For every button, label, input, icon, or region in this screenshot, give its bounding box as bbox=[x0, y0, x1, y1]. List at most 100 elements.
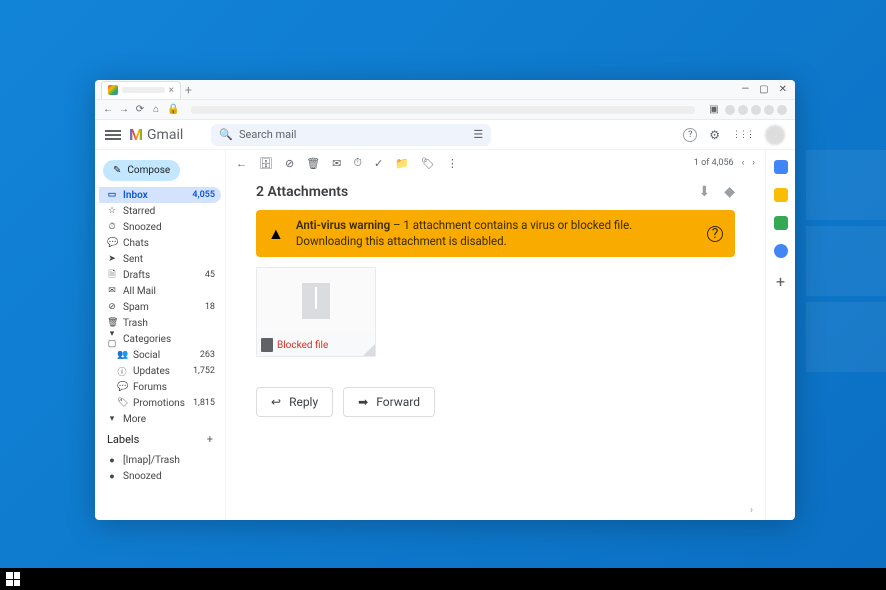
star-icon: ☆ bbox=[107, 206, 117, 216]
label-snoozed[interactable]: ● Snoozed bbox=[99, 468, 221, 484]
tasks-addon-icon[interactable] bbox=[774, 216, 788, 230]
pager-prev-icon[interactable]: ‹ bbox=[742, 158, 745, 168]
sidebar-item-updates[interactable]: ⓘ Updates 1,752 bbox=[99, 363, 221, 379]
categories-icon: ▾ ▢ bbox=[107, 329, 117, 349]
sidebar-item-more[interactable]: ▾ More bbox=[99, 411, 221, 427]
sidebar-item-snoozed[interactable]: ⏱ Snoozed bbox=[99, 219, 221, 235]
compose-button[interactable]: ✎ Compose bbox=[103, 160, 180, 181]
mark-unread-icon[interactable]: ✉ bbox=[332, 157, 341, 170]
search-options-icon[interactable]: ☰ bbox=[473, 128, 483, 141]
label-imap-trash[interactable]: ● [Imap]/Trash bbox=[99, 452, 221, 468]
nav-home-icon[interactable]: ⌂ bbox=[151, 104, 161, 115]
reply-label: Reply bbox=[289, 395, 318, 409]
forward-button[interactable]: ➡ Forward bbox=[343, 387, 435, 417]
pager-next-icon[interactable]: › bbox=[752, 158, 755, 168]
nav-forward-icon[interactable]: → bbox=[119, 104, 129, 115]
pager-text: 1 of 4,056 bbox=[694, 158, 734, 168]
sidebar-item-promotions[interactable]: 🏷 Promotions 1,815 bbox=[99, 395, 221, 411]
add-label-icon[interactable]: + bbox=[207, 433, 213, 446]
sidebar-item-inbox[interactable]: ▭ Inbox 4,055 bbox=[99, 187, 221, 203]
spam-icon: ⊘ bbox=[107, 302, 117, 312]
sidebar-item-label: Chats bbox=[123, 238, 149, 249]
sidebar: ✎ Compose ▭ Inbox 4,055 ☆ Starred ⏱ Snoo… bbox=[95, 150, 225, 520]
new-tab-button[interactable]: + bbox=[185, 83, 192, 97]
promotions-icon: 🏷 bbox=[117, 398, 127, 408]
gmail-logo[interactable]: M Gmail bbox=[129, 125, 183, 144]
sidebar-item-trash[interactable]: 🗑 Trash bbox=[99, 315, 221, 331]
minimize-icon[interactable]: — bbox=[741, 84, 749, 95]
settings-icon[interactable]: ⚙ bbox=[709, 128, 720, 142]
contacts-addon-icon[interactable] bbox=[774, 244, 788, 258]
maximize-icon[interactable]: ▢ bbox=[759, 84, 768, 95]
labels-header: Labels + bbox=[99, 427, 221, 452]
save-to-drive-icon[interactable]: ◆ bbox=[724, 184, 735, 200]
attachment-card[interactable]: Blocked file bbox=[256, 267, 376, 357]
add-task-icon[interactable]: ✓ bbox=[374, 157, 383, 170]
browser-titlebar: × + — ▢ ✕ bbox=[95, 80, 795, 100]
back-icon[interactable]: ← bbox=[236, 157, 247, 170]
sidebar-item-forums[interactable]: 💬 Forums bbox=[99, 379, 221, 395]
nav-back-icon[interactable]: ← bbox=[103, 104, 113, 115]
sidebar-item-label: Spam bbox=[123, 302, 149, 313]
help-icon[interactable]: ? bbox=[683, 128, 697, 142]
sidebar-item-chats[interactable]: 💬 Chats bbox=[99, 235, 221, 251]
hamburger-icon[interactable] bbox=[105, 130, 121, 140]
labels-icon[interactable]: 🏷 bbox=[421, 157, 435, 170]
message-actions: ↩ Reply ➡ Forward bbox=[256, 387, 735, 417]
gmail-header: M Gmail 🔍 Search mail ☰ ? ⚙ ⋮⋮⋮ bbox=[95, 120, 795, 150]
download-all-icon[interactable]: ⬇ bbox=[698, 184, 710, 200]
sidebar-item-label: Social bbox=[133, 350, 160, 361]
archive-icon[interactable]: 🗄 bbox=[259, 157, 273, 170]
sidebar-item-label: Trash bbox=[123, 318, 148, 329]
warning-text: Anti-virus warning – 1 attachment contai… bbox=[296, 218, 695, 249]
warning-triangle-icon: ▲ bbox=[268, 224, 284, 244]
snooze-icon[interactable]: ⏱ bbox=[353, 156, 362, 170]
clock-icon: ⏱ bbox=[107, 222, 117, 232]
nav-reload-icon[interactable]: ⟳ bbox=[135, 104, 145, 115]
tab-close-icon[interactable]: × bbox=[169, 85, 174, 96]
delete-icon[interactable]: 🗑 bbox=[306, 157, 320, 170]
sidebar-item-spam[interactable]: ⊘ Spam 18 bbox=[99, 299, 221, 315]
sidebar-item-drafts[interactable]: 🗎 Drafts 45 bbox=[99, 267, 221, 283]
get-addons-icon[interactable]: + bbox=[776, 272, 785, 291]
sidebar-item-starred[interactable]: ☆ Starred bbox=[99, 203, 221, 219]
chat-icon: 💬 bbox=[107, 238, 117, 248]
forward-label: Forward bbox=[376, 395, 420, 409]
report-spam-icon[interactable]: ⊘ bbox=[285, 157, 294, 170]
sidebar-item-social[interactable]: 👥 Social 263 bbox=[99, 347, 221, 363]
keep-addon-icon[interactable] bbox=[774, 188, 788, 202]
reply-button[interactable]: ↩ Reply bbox=[256, 387, 333, 417]
lock-icon: 🔒 bbox=[167, 104, 177, 115]
sidebar-item-label: Sent bbox=[123, 254, 143, 265]
sidebar-item-categories[interactable]: ▾ ▢ Categories bbox=[99, 331, 221, 347]
browser-tab[interactable]: × bbox=[101, 81, 181, 99]
draft-icon: 🗎 bbox=[107, 267, 117, 283]
extensions-blurred bbox=[725, 105, 787, 115]
account-avatar[interactable] bbox=[765, 125, 785, 145]
label-dot-icon: ● bbox=[107, 455, 117, 466]
url-blurred[interactable] bbox=[191, 106, 695, 114]
close-window-icon[interactable]: ✕ bbox=[779, 84, 787, 95]
window-controls: — ▢ ✕ bbox=[733, 84, 795, 95]
calendar-addon-icon[interactable] bbox=[774, 160, 788, 174]
attachment-preview bbox=[257, 268, 375, 334]
start-icon[interactable] bbox=[6, 572, 20, 586]
sidebar-item-label: Inbox bbox=[123, 190, 148, 201]
sidepanel-collapse-icon[interactable]: › bbox=[226, 501, 765, 520]
apps-grid-icon[interactable]: ⋮⋮⋮ bbox=[732, 130, 753, 140]
allmail-icon: ✉ bbox=[107, 286, 117, 296]
more-icon[interactable]: ⋮ bbox=[447, 157, 458, 170]
blocked-file-label: Blocked file bbox=[277, 340, 328, 351]
windows-taskbar[interactable] bbox=[0, 568, 886, 590]
sidebar-item-label: Snoozed bbox=[123, 222, 162, 233]
gmail-favicon bbox=[108, 85, 118, 95]
search-bar[interactable]: 🔍 Search mail ☰ bbox=[211, 124, 491, 146]
sidebar-item-count: 4,055 bbox=[192, 190, 215, 200]
sidebar-item-count: 1,815 bbox=[193, 398, 215, 408]
main-pane: ← 🗄 ⊘ 🗑 ✉ ⏱ ✓ 📁 🏷 ⋮ 1 of 4,056 ‹ › 2 Att… bbox=[225, 150, 765, 520]
reader-icon[interactable]: ▣ bbox=[709, 104, 719, 115]
move-to-icon[interactable]: 📁 bbox=[395, 157, 409, 170]
sidebar-item-allmail[interactable]: ✉ All Mail bbox=[99, 283, 221, 299]
warning-help-icon[interactable]: ? bbox=[707, 226, 723, 242]
sidebar-item-sent[interactable]: ➤ Sent bbox=[99, 251, 221, 267]
